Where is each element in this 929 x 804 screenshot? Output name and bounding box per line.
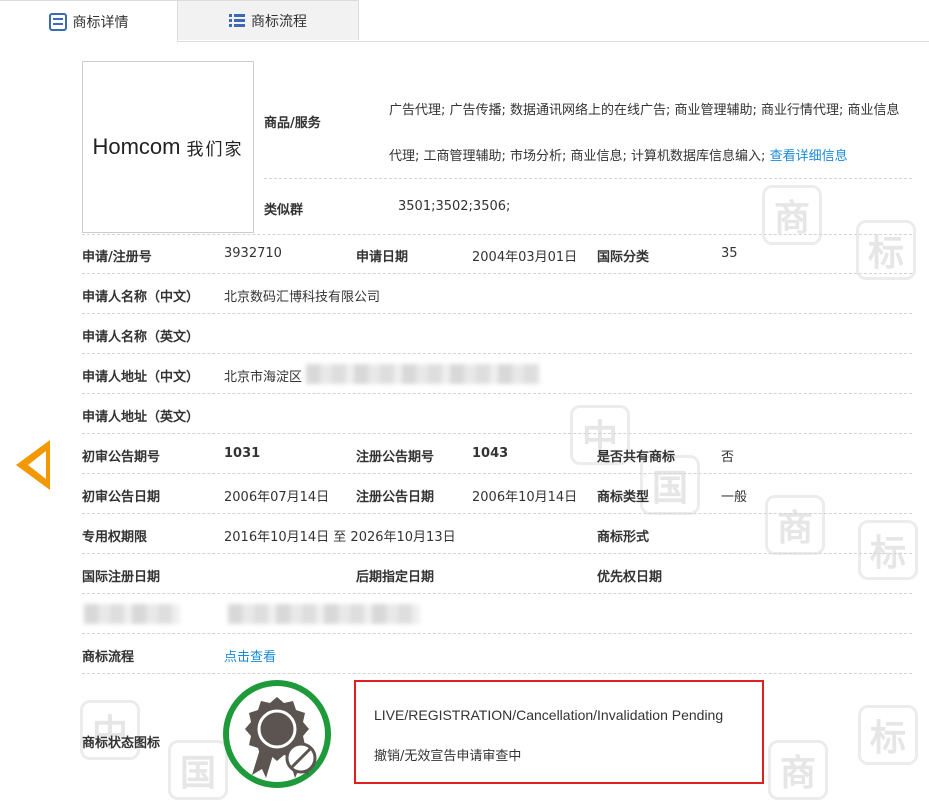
priority-date-label: 优先权日期 (597, 570, 663, 585)
later-designation-label: 后期指定日期 (356, 570, 435, 585)
status-label: 商标状态图标 (82, 736, 161, 751)
watermark-char: 商 (762, 185, 822, 245)
watermark-char: 标 (858, 520, 918, 580)
list-icon (229, 13, 245, 28)
tm-flow-label: 商标流程 (82, 650, 135, 665)
app-date-label: 申请日期 (356, 250, 409, 265)
tm-type-label: 商标类型 (597, 490, 650, 505)
shared-label: 是否共有商标 (597, 450, 676, 465)
prelim-date-label: 初审公告日期 (82, 490, 161, 505)
similar-group-value: 3501;3502;3506; (398, 199, 511, 214)
prelim-issue-label: 初审公告期号 (82, 450, 161, 465)
applicant-cn-value: 北京数码汇博科技有限公司 (224, 290, 381, 305)
view-flow-link[interactable]: 点击查看 (224, 646, 276, 665)
applicant-en-label: 申请人名称（英文） (82, 330, 200, 345)
watermark-char: 国 (168, 740, 228, 800)
watermark-char: 标 (858, 705, 918, 765)
address-cn-value: 北京市海淀区 (224, 370, 303, 385)
reg-date-value: 2006年10月14日 (472, 490, 578, 505)
reg-no-value: 3932710 (224, 246, 282, 261)
reg-no-label: 申请/注册号 (82, 250, 152, 265)
reg-issue-label: 注册公告期号 (356, 450, 435, 465)
divider (82, 234, 912, 235)
tm-type-value: 一般 (721, 490, 748, 505)
divider (82, 473, 912, 474)
status-text-cn: 撤销/无效宣告申请审查中 (374, 749, 522, 764)
tab-bar: 商标详情 商标流程 (0, 0, 929, 42)
prelim-issue-value: 1031 (224, 446, 261, 461)
intl-class-label: 国际分类 (597, 250, 650, 265)
divider (82, 353, 912, 354)
status-badge-icon (223, 680, 331, 788)
redacted-text (306, 364, 540, 384)
intl-reg-date-label: 国际注册日期 (82, 570, 161, 585)
intl-class-value: 35 (721, 246, 738, 261)
divider (82, 633, 912, 634)
goods-services-value: 广告代理; 广告传播; 数据通讯网络上的在线广告; 商业管理辅助; 商业行情代理… (389, 88, 909, 180)
previous-arrow-icon[interactable] (16, 440, 50, 490)
address-cn-label: 申请人地址（中文） (82, 370, 200, 385)
redacted-text (84, 604, 180, 624)
tab-label: 商标流程 (251, 13, 307, 30)
exclusive-period-value: 2016年10月14日 至 2026年10月13日 (224, 530, 456, 545)
divider (82, 513, 912, 514)
watermark-char: 商 (765, 495, 825, 555)
divider (82, 673, 912, 674)
view-details-link[interactable]: 查看详细信息 (770, 149, 848, 164)
prelim-date-value: 2006年07月14日 (224, 490, 330, 505)
tab-label: 商标详情 (72, 14, 129, 31)
reg-date-label: 注册公告日期 (356, 490, 435, 505)
watermark-char: 中 (80, 700, 140, 760)
divider (82, 273, 912, 274)
document-icon (48, 12, 67, 31)
exclusive-period-label: 专用权期限 (82, 530, 148, 545)
reg-issue-value: 1043 (472, 446, 509, 461)
shared-value: 否 (721, 450, 735, 465)
watermark-char: 标 (856, 220, 916, 280)
tab-trademark-flow[interactable]: 商标流程 (178, 0, 359, 40)
status-info-box: LIVE/REGISTRATION/Cancellation/Invalidat… (354, 680, 764, 784)
divider (82, 313, 912, 314)
divider (82, 393, 912, 394)
address-en-label: 申请人地址（英文） (82, 410, 200, 425)
goods-services-label: 商品/服务 (264, 116, 321, 131)
trademark-image: Homcom 我们家 (82, 61, 254, 233)
logo-text-cn: 我们家 (186, 139, 244, 160)
divider (82, 553, 912, 554)
redacted-text (228, 604, 420, 624)
divider (82, 593, 912, 594)
status-text-en: LIVE/REGISTRATION/Cancellation/Invalidat… (374, 707, 724, 723)
logo-text-en: Homcom (92, 134, 181, 159)
divider (82, 433, 912, 434)
app-date-value: 2004年03月01日 (472, 250, 578, 265)
watermark-char: 商 (768, 740, 828, 800)
tm-form-label: 商标形式 (597, 530, 650, 545)
applicant-cn-label: 申请人名称（中文） (82, 290, 200, 305)
similar-group-label: 类似群 (264, 203, 304, 218)
tab-trademark-detail[interactable]: 商标详情 (0, 0, 178, 42)
